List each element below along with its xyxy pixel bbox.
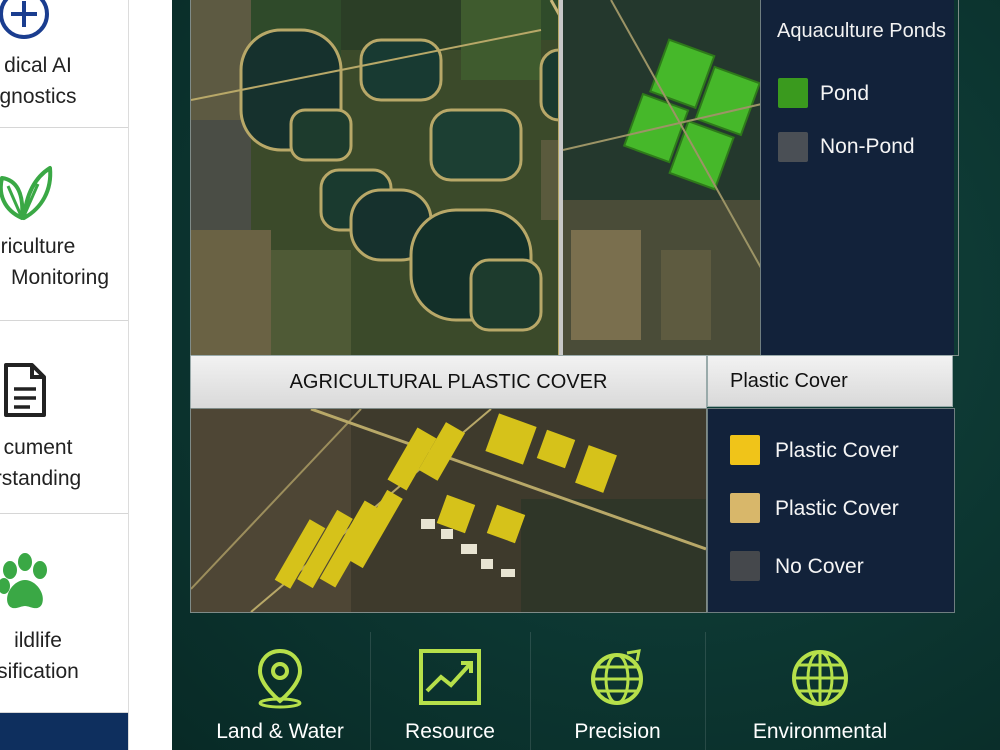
feature-land-water[interactable]: Land & Water (190, 632, 371, 750)
line-chart-icon (419, 649, 481, 705)
sidebar-item-label: ildlife (14, 629, 62, 652)
sidebar-item-label: dical AI (4, 54, 72, 77)
legend-title: Aquaculture Ponds (777, 20, 947, 42)
page-gutter (129, 0, 172, 750)
document-icon (4, 363, 46, 417)
sidebar-item-label: riculture (0, 235, 76, 258)
no-cover-swatch (730, 551, 760, 581)
plus-circle-icon (0, 0, 49, 39)
plastic-cover-satellite-map[interactable] (190, 408, 707, 613)
sidebar: dical AI gnostics riculture Monitoring c… (0, 0, 129, 750)
sidebar-item-label: rstanding (0, 467, 82, 490)
sidebar-item-document[interactable]: cument rstanding (0, 321, 128, 514)
feature-environmental[interactable]: Environmental (705, 632, 935, 750)
sidebar-item-wildlife[interactable]: ildlife sification (0, 514, 128, 713)
feature-resource[interactable]: Resource (370, 632, 531, 750)
feature-label: Environmental (752, 720, 888, 743)
feature-label: Land & Water (216, 720, 344, 743)
sidebar-item-label: cument (3, 436, 73, 459)
legend-label-no-cover: No Cover (775, 555, 864, 578)
pond-swatch (778, 78, 808, 108)
legend-label-plastic-cover: Plastic Cover (775, 497, 899, 520)
plastic-cover-swatch-yellow (730, 435, 760, 465)
plastic-cover-legend: Plastic Cover Plastic Cover No Cover (707, 408, 955, 613)
plastic-cover-satellite-image (191, 409, 706, 612)
globe-icon (590, 649, 643, 705)
leaf-icon (0, 166, 53, 220)
sidebar-item-label: Monitoring (10, 266, 110, 289)
legend-label-plastic-cover: Plastic Cover (775, 439, 899, 462)
sidebar-item-label: sification (0, 660, 79, 683)
feature-precision[interactable]: Precision (530, 632, 706, 750)
aquaculture-legend: Aquaculture Ponds Pond Non-Pond (760, 0, 954, 355)
sidebar-item-agriculture[interactable]: riculture Monitoring (0, 128, 128, 321)
non-pond-swatch (778, 132, 808, 162)
plastic-legend-title: Plastic Cover (707, 355, 953, 407)
location-pin-icon (257, 648, 303, 709)
legend-label-non-pond: Non-Pond (820, 135, 915, 158)
feature-label: Resource (405, 720, 495, 743)
plastic-cover-swatch-tan (730, 493, 760, 523)
plastic-cover-band-title: AGRICULTURAL PLASTIC COVER (190, 355, 707, 409)
legend-label-pond: Pond (820, 82, 870, 105)
sidebar-footer-bar (0, 713, 128, 750)
sidebar-item-label: gnostics (0, 85, 77, 108)
feature-label: Precision (574, 720, 661, 743)
paw-icon (0, 553, 47, 609)
main-panel: Aquaculture Ponds Pond Non-Pond AGRICULT… (172, 0, 1000, 750)
sidebar-item-medical-ai[interactable]: dical AI gnostics (0, 0, 128, 128)
globe-icon (792, 650, 848, 706)
